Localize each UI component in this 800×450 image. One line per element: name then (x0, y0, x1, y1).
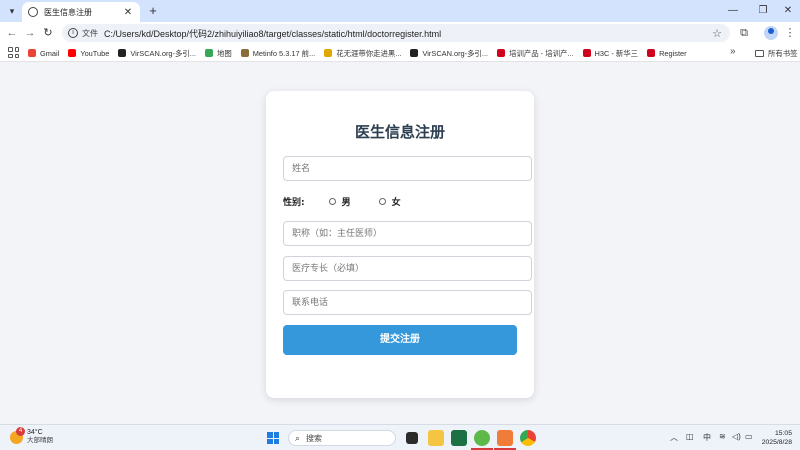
restore-icon[interactable]: ❐ (751, 2, 775, 20)
back-icon[interactable]: ← (4, 25, 20, 41)
bookmark-favicon-icon (28, 49, 36, 57)
bookmark-label: Gmail (40, 48, 60, 58)
tab-title: 医生信息注册 (44, 7, 92, 17)
battery-icon[interactable]: ▭ (745, 432, 753, 441)
bookmark-favicon-icon (410, 49, 419, 57)
bookmark-favicon-icon (324, 49, 333, 57)
gender-female-label[interactable]: 女 (392, 195, 401, 208)
bookmark-item[interactable]: Register (647, 49, 687, 58)
bookmark-item[interactable]: VirSCAN.org-多引... (118, 48, 196, 59)
more-bookmarks-icon[interactable]: » (730, 46, 736, 57)
reload-icon[interactable]: ↻ (40, 25, 56, 41)
url-text[interactable]: C:/Users/kd/Desktop/代码2/zhihuiyiliao8/ta… (104, 27, 712, 40)
bookmark-item[interactable]: YouTube (68, 49, 109, 58)
bookmark-star-icon[interactable]: ☆ (712, 27, 722, 40)
bookmark-favicon-icon (118, 49, 127, 57)
excel-icon[interactable] (451, 430, 467, 446)
phone-input[interactable] (283, 290, 532, 315)
bookmark-list: Gmail YouTube VirSCAN.org-多引... 地图 Metinfo 5… (28, 44, 687, 62)
taskbar: 4 34°C 大部晴朗 ⌕ 搜索 ︿ ◫ 中 ≋ ◁) ▭ 15:05 2025… (0, 424, 800, 450)
bookmark-label: 培训产品 - 培训产... (509, 48, 574, 58)
volume-icon[interactable]: ◁) (732, 432, 741, 441)
bookmark-item[interactable]: 培训产品 - 培训产... (497, 48, 574, 59)
extensions-icon[interactable]: ⧉ (736, 25, 752, 41)
weather-temp: 34°C (27, 429, 43, 436)
clock-date: 2025/8/28 (761, 439, 792, 446)
browser-toolbar: ← → ↻ i 文件 C:/Users/kd/Desktop/代码2/zhihu… (0, 22, 800, 44)
ime-indicator[interactable]: 中 (703, 432, 711, 443)
chrome-icon[interactable] (520, 430, 536, 446)
bookmark-label: 花无涯带你走进黑... (336, 48, 402, 58)
bookmark-item[interactable]: 花无涯带你走进黑... (324, 48, 401, 59)
bookmark-label: Metinfo 5.3.17 前... (252, 48, 316, 58)
bookmark-label: Register (659, 48, 687, 58)
file-explorer-icon[interactable] (428, 430, 444, 446)
close-window-icon[interactable]: ✕ (776, 2, 800, 20)
minimize-icon[interactable]: — (721, 2, 745, 20)
tray-overflow-icon[interactable]: ︿ (670, 432, 678, 443)
menu-more-icon[interactable]: ⋮ (782, 25, 798, 41)
gender-male-radio[interactable] (328, 197, 336, 205)
page-title: 医生信息注册 (354, 123, 445, 141)
clock-time: 15:05 (774, 430, 792, 437)
bookmark-item[interactable]: Metinfo 5.3.17 前... (240, 48, 316, 59)
search-icon: ⌕ (295, 432, 301, 443)
specialty-input[interactable] (283, 256, 532, 281)
bookmark-item[interactable]: VirSCAN.org-多引... (410, 48, 488, 59)
bookmark-favicon-icon (497, 49, 506, 57)
bookmark-favicon-icon (647, 49, 656, 57)
name-input[interactable] (283, 156, 532, 181)
bookmark-label: VirSCAN.org-多引... (130, 48, 196, 58)
new-tab-icon[interactable]: + (146, 3, 160, 19)
bookmark-label: VirSCAN.org-多引... (422, 48, 489, 58)
weather-desc: 大部晴朗 (27, 437, 53, 444)
wifi-icon[interactable]: ≋ (719, 432, 726, 441)
bookmark-favicon-icon (204, 49, 213, 57)
bookmark-label: YouTube (80, 48, 110, 58)
profile-avatar[interactable] (764, 26, 778, 40)
folder-icon (755, 49, 764, 57)
bookmark-favicon-icon (68, 49, 77, 57)
bookmarks-bar: Gmail YouTube VirSCAN.org-多引... 地图 Metinfo 5… (0, 44, 800, 62)
page-body: 医生信息注册 性别: 男 女 提交注册 (0, 62, 800, 424)
bookmark-favicon-icon (582, 49, 591, 57)
globe-icon (28, 7, 38, 17)
tab-search-menu-icon[interactable]: ▾ (4, 3, 20, 19)
gender-male-label[interactable]: 男 (342, 195, 351, 208)
gender-row: 性别: 男 女 (283, 194, 429, 208)
bookmark-item[interactable]: Gmail (28, 49, 59, 58)
network-app-icon[interactable]: ◫ (686, 432, 694, 441)
bookmark-item[interactable]: 地图 (204, 48, 232, 59)
forward-icon[interactable]: → (22, 25, 38, 41)
browser-e-icon[interactable] (471, 430, 493, 450)
taskbar-search[interactable]: ⌕ 搜索 (288, 430, 396, 446)
start-button[interactable] (267, 432, 279, 444)
register-card: 医生信息注册 性别: 男 女 提交注册 (266, 91, 534, 398)
submit-button[interactable]: 提交注册 (283, 325, 517, 355)
search-label: 搜索 (306, 433, 323, 443)
all-bookmarks-label: 所有书签 (768, 48, 798, 58)
bookmark-item[interactable]: H3C - 新华三 (582, 48, 639, 59)
tab-strip: ▾ 医生信息注册 ✕ + — ❐ ✕ (0, 0, 800, 22)
title-input[interactable] (283, 221, 532, 246)
clock[interactable]: 15:05 2025/8/28 (760, 429, 792, 447)
file-chip: 文件 (82, 28, 98, 38)
gender-label: 性别: (283, 197, 305, 208)
sun-icon: 4 (10, 426, 25, 444)
task-view-icon[interactable] (406, 432, 418, 444)
close-tab-icon[interactable]: ✕ (122, 7, 134, 18)
browser-tab[interactable]: 医生信息注册 ✕ (22, 2, 140, 22)
bookmark-label: 地图 (216, 48, 232, 58)
gender-female-radio[interactable] (378, 197, 386, 205)
weather-widget[interactable]: 4 34°C 大部晴朗 (10, 426, 53, 445)
address-bar[interactable]: i 文件 C:/Users/kd/Desktop/代码2/zhihuiyilia… (62, 24, 730, 42)
info-icon[interactable]: i (68, 28, 78, 38)
apps-grid-icon[interactable] (8, 47, 19, 58)
bookmark-favicon-icon (240, 49, 249, 57)
app-orange-icon[interactable] (494, 430, 516, 450)
all-bookmarks[interactable]: 所有书签 (755, 44, 798, 62)
bookmark-label: H3C - 新华三 (594, 48, 639, 58)
notification-badge: 4 (16, 426, 25, 436)
